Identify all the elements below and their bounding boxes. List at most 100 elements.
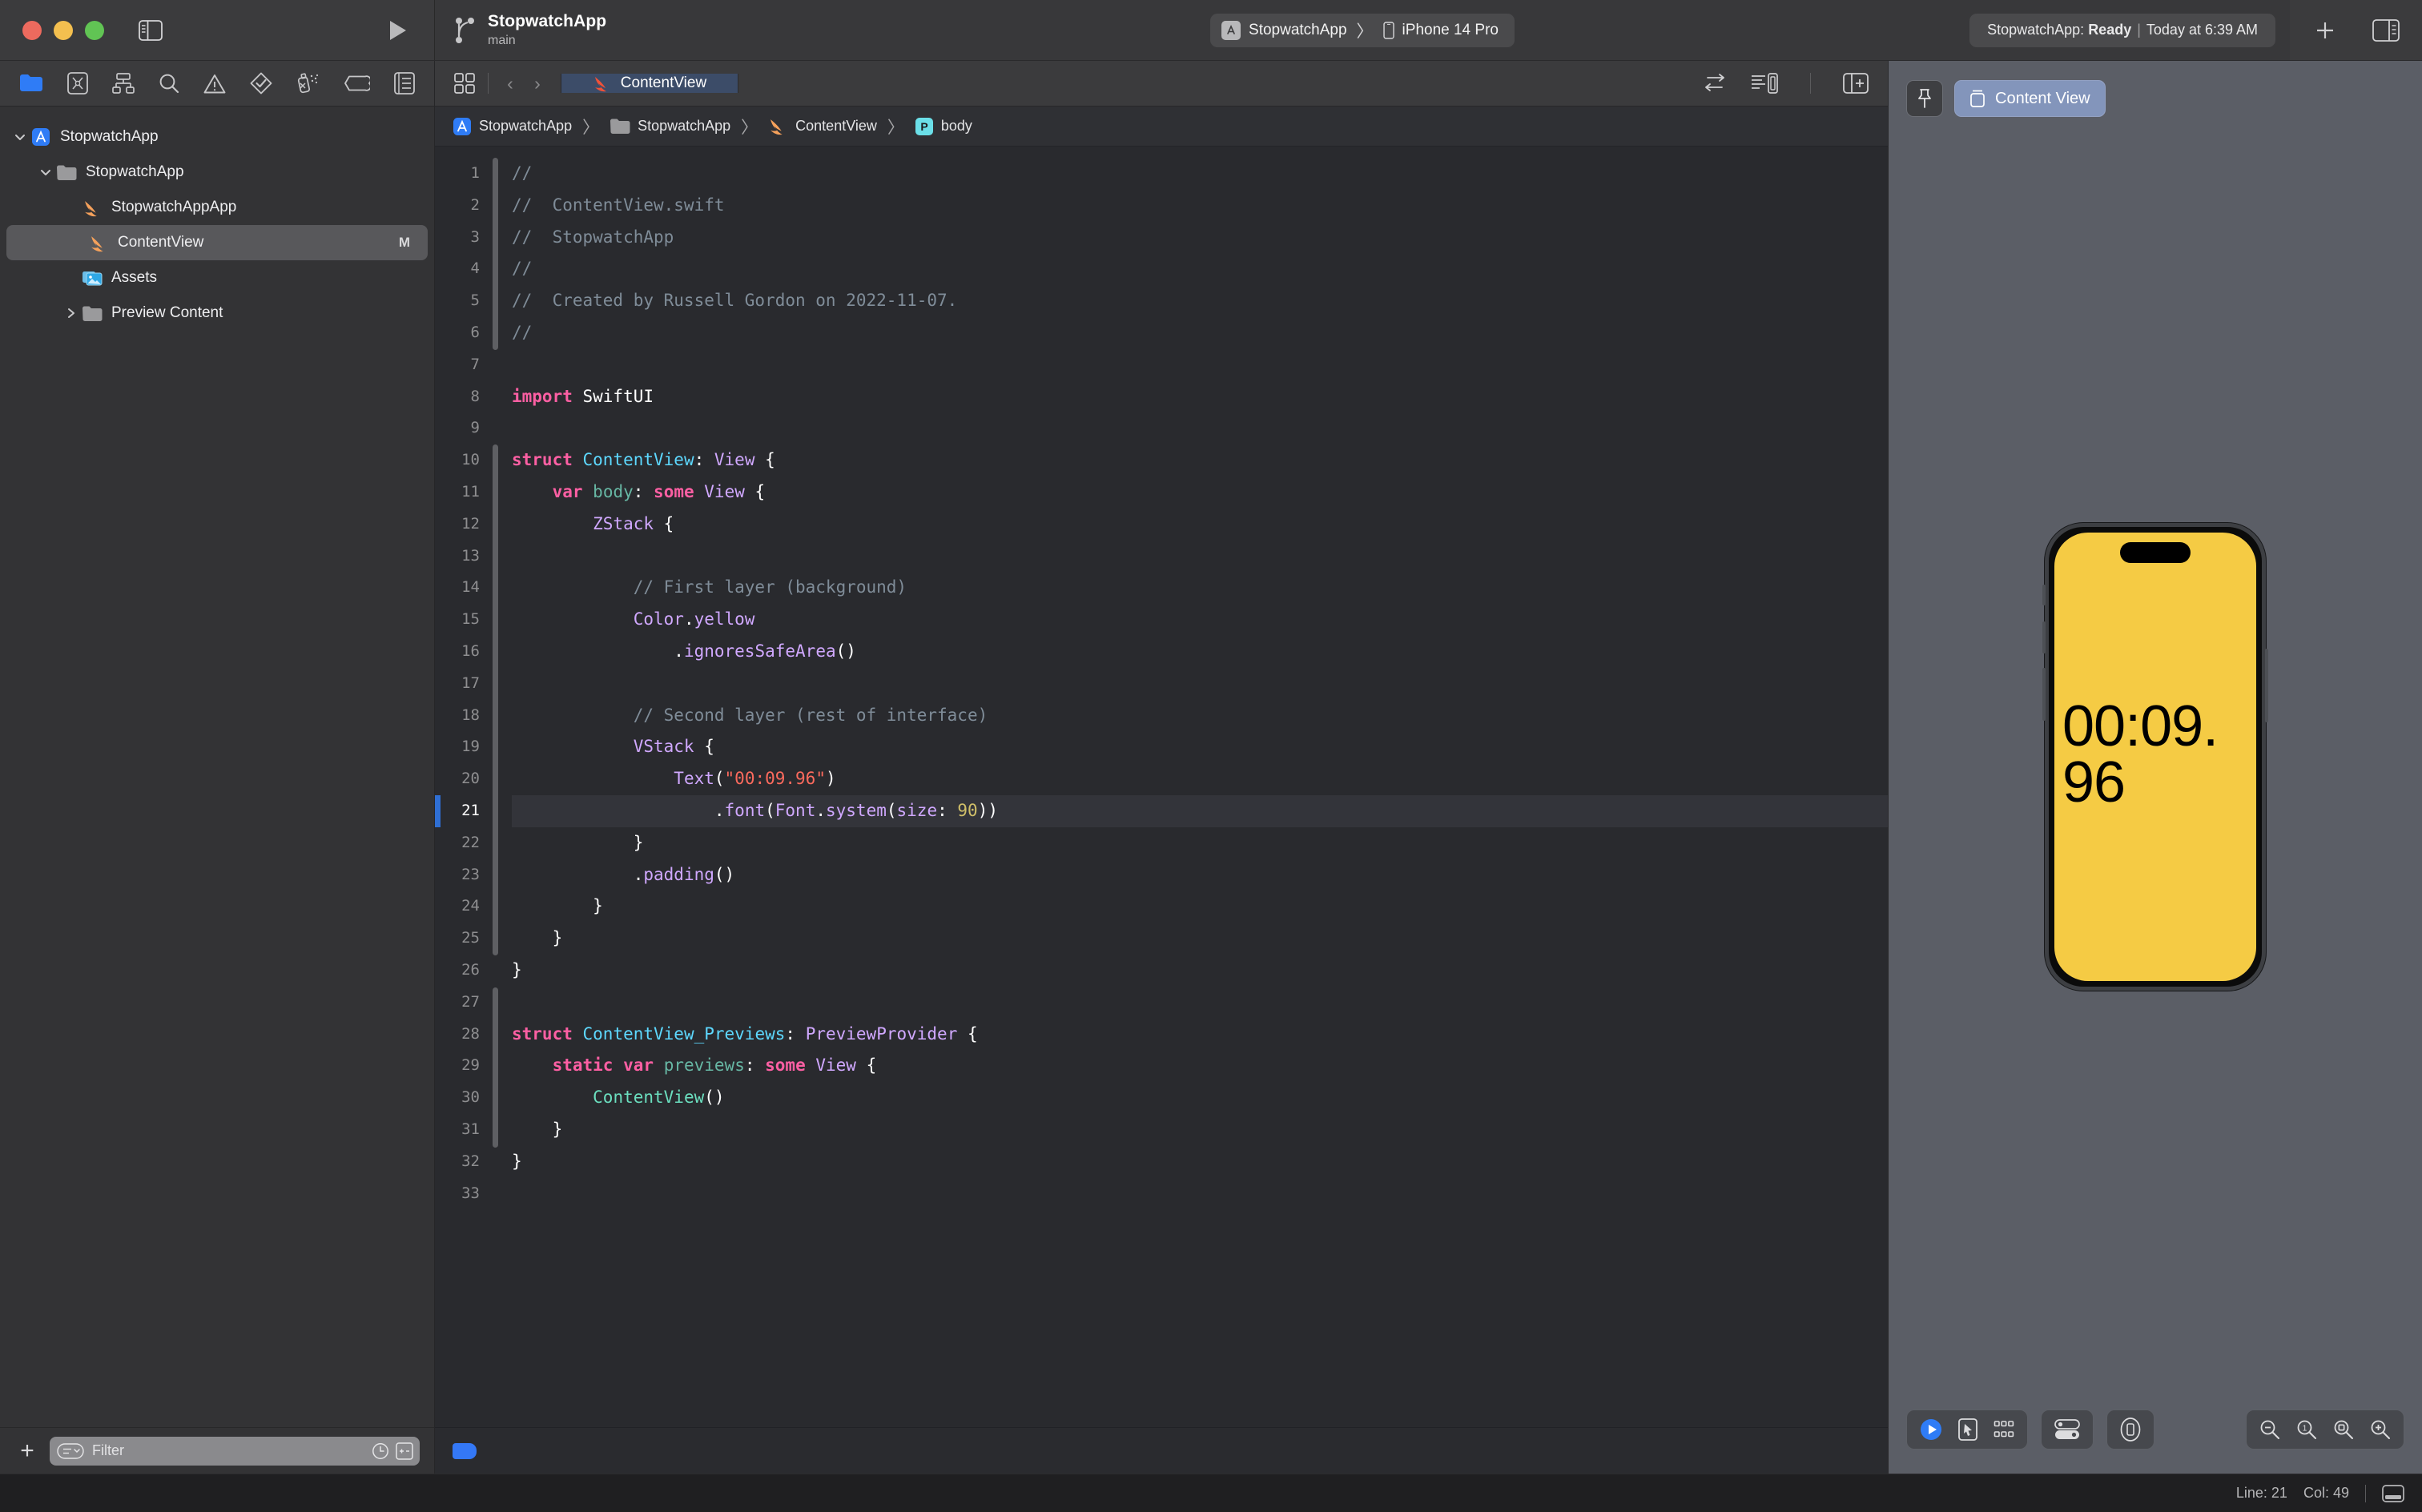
- toggles-icon[interactable]: [2054, 1419, 2080, 1440]
- sidebar-item-project-navigator[interactable]: [19, 70, 43, 96]
- filter-input[interactable]: Filter: [50, 1436, 420, 1466]
- sidebar-right-icon[interactable]: [2372, 18, 2400, 42]
- breadcrumb-item-stopwatchapp[interactable]: StopwatchApp: [449, 117, 575, 136]
- code-line[interactable]: // Created by Russell Gordon on 2022-11-…: [512, 285, 1888, 317]
- tree-item-stopwatchapp[interactable]: StopwatchApp: [0, 119, 434, 155]
- code-line[interactable]: }: [512, 827, 1888, 859]
- code-line[interactable]: [512, 987, 1888, 1019]
- code-line[interactable]: .ignoresSafeArea(): [512, 636, 1888, 668]
- breadcrumb-item-contentview[interactable]: ContentView: [765, 116, 880, 136]
- code-line[interactable]: .font(Font.system(size: 90)): [512, 794, 1888, 827]
- code-line[interactable]: // StopwatchApp: [512, 222, 1888, 254]
- code-line[interactable]: .padding(): [512, 859, 1888, 891]
- breadcrumb-item-stopwatchapp[interactable]: StopwatchApp: [606, 118, 734, 135]
- adjust-editor-icon[interactable]: [1703, 73, 1727, 94]
- cursor-frame-icon[interactable]: [1958, 1418, 1977, 1441]
- add-file-button[interactable]: +: [16, 1438, 38, 1463]
- sidebar-item-report-navigator[interactable]: [394, 70, 415, 96]
- plus-minus-icon[interactable]: [396, 1442, 413, 1460]
- code-line[interactable]: // Second layer (rest of interface): [512, 700, 1888, 732]
- preview-mode-group[interactable]: [1906, 1409, 2028, 1450]
- close-button[interactable]: [22, 20, 42, 40]
- breadcrumb[interactable]: StopwatchApp 〉 StopwatchApp 〉 ContentView 〉 Pb…: [435, 107, 1888, 147]
- zoom-in-icon[interactable]: [2370, 1419, 2391, 1440]
- code-line[interactable]: //: [512, 158, 1888, 190]
- sidebar-item-test-navigator[interactable]: [250, 70, 272, 96]
- project-file-tree[interactable]: StopwatchApp StopwatchApp StopwatchAppApp C…: [0, 107, 434, 1427]
- code-line[interactable]: Text("00:09.96"): [512, 763, 1888, 795]
- code-text[interactable]: // // ContentView.swift // StopwatchApp // /…: [501, 147, 1888, 1427]
- code-line[interactable]: }: [512, 955, 1888, 987]
- code-line[interactable]: ContentView(): [512, 1082, 1888, 1114]
- code-line[interactable]: static var previews: some View {: [512, 1050, 1888, 1082]
- code-line[interactable]: [512, 668, 1888, 700]
- sidebar-item-breakpoint-navigator[interactable]: [344, 70, 370, 96]
- code-line[interactable]: }: [512, 1114, 1888, 1146]
- sidebar-item-issue-navigator[interactable]: [203, 70, 226, 96]
- device-settings-group[interactable]: [2041, 1409, 2094, 1450]
- run-button[interactable]: [388, 19, 408, 42]
- zoom-button[interactable]: [85, 20, 104, 40]
- code-line[interactable]: [512, 349, 1888, 381]
- device-screen[interactable]: 00:09.96: [2054, 533, 2256, 981]
- minimap-icon[interactable]: [1751, 73, 1778, 94]
- device-rotate-icon[interactable]: [2120, 1418, 2141, 1442]
- project-title-block[interactable]: StopwatchApp main: [488, 12, 606, 49]
- code-line[interactable]: // First layer (background): [512, 572, 1888, 604]
- breadcrumb-item-body[interactable]: Pbody: [911, 117, 976, 136]
- preview-name-pill[interactable]: Content View: [1954, 80, 2106, 117]
- traffic-light-buttons[interactable]: [22, 20, 104, 40]
- code-line[interactable]: }: [512, 1146, 1888, 1178]
- scheme-name[interactable]: StopwatchApp: [1249, 22, 1347, 39]
- pin-icon[interactable]: [1906, 80, 1943, 117]
- filter-lines-icon[interactable]: [57, 1442, 84, 1459]
- tree-item-preview-content[interactable]: Preview Content: [0, 296, 434, 331]
- code-line[interactable]: //: [512, 317, 1888, 349]
- sidebar-item-debug-navigator[interactable]: [296, 70, 320, 96]
- code-line[interactable]: VStack {: [512, 731, 1888, 763]
- code-line[interactable]: struct ContentView_Previews: PreviewProv…: [512, 1019, 1888, 1051]
- grid-squares-icon[interactable]: [449, 73, 480, 94]
- code-line[interactable]: }: [512, 891, 1888, 923]
- code-line[interactable]: [512, 541, 1888, 573]
- minimize-button[interactable]: [54, 20, 73, 40]
- sidebar-item-find-navigator[interactable]: [159, 70, 179, 96]
- chevron-right-icon[interactable]: [62, 307, 80, 320]
- preview-stage[interactable]: 00:09.96: [1889, 117, 2422, 1397]
- play-circle-icon[interactable]: [1920, 1418, 1942, 1441]
- zoom-out-icon[interactable]: [2259, 1419, 2280, 1440]
- device-orientation-group[interactable]: [2106, 1409, 2154, 1450]
- forward-button[interactable]: ›: [524, 73, 551, 94]
- add-editor-icon[interactable]: [1843, 73, 1869, 94]
- code-line[interactable]: }: [512, 923, 1888, 955]
- back-button[interactable]: ‹: [497, 73, 524, 94]
- chevron-down-icon[interactable]: [37, 167, 54, 177]
- code-line[interactable]: //: [512, 253, 1888, 285]
- zoom-100-icon[interactable]: 1: [2296, 1419, 2317, 1440]
- zoom-fit-icon[interactable]: [2333, 1419, 2354, 1440]
- sidebar-left-icon[interactable]: [139, 19, 163, 41]
- grid-dots-icon[interactable]: [1994, 1420, 2014, 1439]
- code-line[interactable]: [512, 412, 1888, 444]
- debug-area-icon[interactable]: [2382, 1484, 2404, 1502]
- code-line[interactable]: struct ContentView: View {: [512, 444, 1888, 477]
- code-fold-ribbon[interactable]: [489, 147, 501, 1427]
- scheme-destination-picker[interactable]: StopwatchApp 〉 iPhone 14 Pro: [1210, 13, 1515, 47]
- code-line[interactable]: Color.yellow: [512, 604, 1888, 636]
- code-line[interactable]: import SwiftUI: [512, 381, 1888, 413]
- zoom-controls-group[interactable]: 1: [2246, 1409, 2404, 1450]
- tree-item-contentview[interactable]: ContentView M: [6, 225, 428, 260]
- code-line[interactable]: [512, 1178, 1888, 1210]
- sidebar-item-symbol-navigator[interactable]: [112, 70, 135, 96]
- code-line[interactable]: // ContentView.swift: [512, 190, 1888, 222]
- tree-item-assets[interactable]: Assets: [0, 260, 434, 296]
- clock-icon[interactable]: [372, 1442, 389, 1460]
- code-line[interactable]: ZStack {: [512, 509, 1888, 541]
- code-line[interactable]: var body: some View {: [512, 477, 1888, 509]
- sidebar-item-source-control-navigator[interactable]: [67, 70, 88, 96]
- run-destination[interactable]: iPhone 14 Pro: [1402, 22, 1499, 39]
- tree-item-stopwatchappapp[interactable]: StopwatchAppApp: [0, 190, 434, 225]
- chevron-down-icon[interactable]: [11, 132, 29, 142]
- tree-item-stopwatchapp[interactable]: StopwatchApp: [0, 155, 434, 190]
- plus-icon[interactable]: [2313, 18, 2337, 42]
